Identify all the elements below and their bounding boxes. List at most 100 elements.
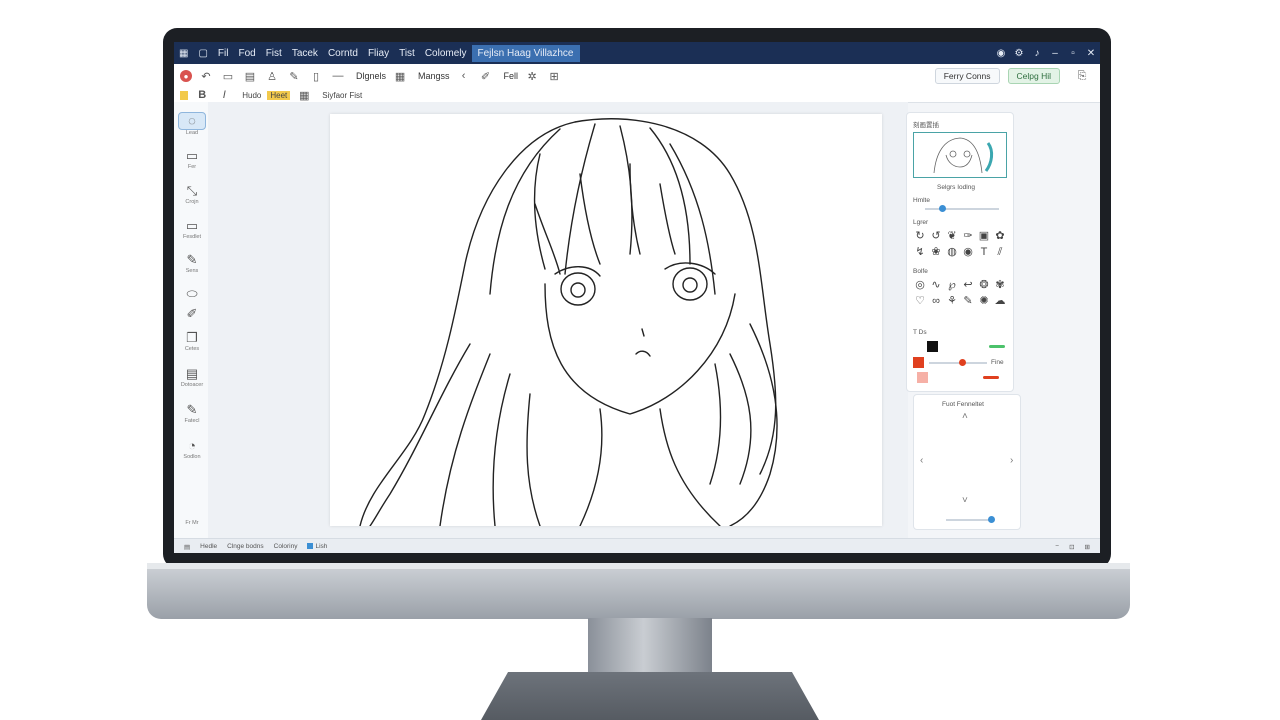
active-document-tab[interactable]: Fejlsn Haag Villazhce [471, 44, 580, 62]
brush-dot-icon[interactable]: ◉ [961, 245, 975, 259]
tool-shape[interactable]: ◔ Sodlon [178, 438, 206, 460]
toolbar-item[interactable]: Siyfaor Fist [322, 91, 362, 100]
share-button[interactable]: Celpg Hil [1007, 68, 1060, 84]
fit-icon[interactable]: ⊡ [1069, 543, 1074, 551]
texture-spiral-icon[interactable]: ◎ [913, 278, 927, 292]
document-icon[interactable]: ▯ [308, 68, 324, 84]
zoom-slider[interactable] [946, 516, 995, 523]
brush-globe-icon[interactable]: ◍ [945, 245, 959, 259]
slider-knob[interactable] [939, 205, 946, 212]
tool-crop[interactable]: ⤡ Crojn [178, 183, 206, 205]
texture-wave-icon[interactable]: ∿ [929, 278, 943, 292]
zoom-out-icon[interactable]: − [1055, 543, 1059, 550]
highlight-item[interactable]: Heet [267, 90, 291, 100]
toolbar-item[interactable]: Mangss [418, 71, 450, 81]
brush-block-icon[interactable]: ▣ [977, 229, 991, 243]
texture-rose-icon[interactable]: ✾ [993, 278, 1007, 292]
canvas-workspace[interactable] [208, 102, 908, 538]
menu-item[interactable]: Corntd [323, 48, 363, 59]
brush-curl-icon[interactable]: ↺ [929, 229, 943, 243]
toolbar-item[interactable]: Hudo [242, 91, 261, 100]
tool-pencil[interactable]: ✐ [178, 306, 206, 322]
hue-slider[interactable] [929, 359, 987, 366]
line-tool-icon[interactable]: — [330, 68, 346, 84]
person-icon[interactable]: ♙ [264, 68, 280, 84]
tool-brush[interactable]: ✎ Fatecl [178, 402, 206, 424]
preview-thumbnail[interactable] [913, 132, 1007, 178]
brush-flower-icon[interactable]: ❀ [929, 245, 943, 259]
fullscreen-icon[interactable]: ⊞ [1085, 543, 1090, 551]
texture-splash-icon[interactable]: ✺ [977, 294, 991, 308]
slider-knob[interactable] [988, 516, 995, 523]
texture-shell-icon[interactable]: ❂ [977, 278, 991, 292]
tool-speech[interactable]: ▭ Fesdlet [178, 218, 206, 240]
settings-icon[interactable]: ⚙ [1010, 48, 1028, 59]
pen-icon[interactable]: ✎ [286, 68, 302, 84]
export-icon[interactable]: ⎘ [1074, 68, 1090, 84]
close-icon[interactable]: ✕ [1082, 48, 1100, 59]
window-icon[interactable]: ▢ [193, 48, 212, 59]
bold-icon[interactable]: B [194, 87, 210, 103]
settings-icon[interactable]: ✲ [524, 68, 540, 84]
add-icon[interactable]: ⊞ [546, 68, 562, 84]
maximize-icon[interactable]: ▫ [1064, 48, 1082, 59]
status-item[interactable]: Hedle [200, 543, 217, 550]
tool-select[interactable]: ◌ Lead [178, 112, 206, 136]
toolbar-item[interactable]: Dlgnels [356, 71, 386, 81]
color-indicator[interactable] [180, 90, 189, 100]
slider-knob[interactable] [959, 359, 966, 366]
undo-icon[interactable]: ↶ [198, 68, 214, 84]
size-slider[interactable] [925, 205, 999, 212]
texture-stroke-icon[interactable]: ✎ [961, 294, 975, 308]
app-logo-icon[interactable]: ▦ [174, 48, 193, 59]
toolbar-item[interactable]: Fell [504, 71, 519, 81]
menu-item[interactable]: Fod [233, 48, 260, 59]
color-swatch-black[interactable] [927, 341, 938, 352]
texture-ribbon-icon[interactable]: ∞ [929, 294, 943, 308]
brush-swirl-icon[interactable]: ↻ [913, 229, 927, 243]
new-file-icon[interactable]: ▭ [220, 68, 236, 84]
menu-item[interactable]: Tacek [287, 48, 323, 59]
chevron-up-icon[interactable]: ˄ [962, 411, 968, 422]
tool-pen[interactable]: ✎ Sens [178, 252, 206, 274]
preview-button[interactable]: Ferry Conns [934, 68, 1000, 84]
color-swatch-red[interactable] [913, 357, 924, 368]
color-swatch-pink[interactable] [917, 372, 928, 383]
tool-layers[interactable]: ❐ Cetes [178, 330, 206, 352]
artboard[interactable] [330, 114, 882, 526]
menu-item[interactable]: Tist [394, 48, 420, 59]
layers-icon[interactable]: ▤ [242, 68, 258, 84]
brush-fan-icon[interactable]: ↯ [913, 245, 927, 259]
tool-document[interactable]: ▤ Dotoacer [178, 366, 206, 388]
grid-icon[interactable]: ▦ [296, 87, 312, 103]
brush-feather-icon[interactable]: ✑ [961, 229, 975, 243]
brush-leaf-icon[interactable]: ❦ [945, 229, 959, 243]
fill-icon[interactable]: ✐ [478, 68, 494, 84]
chevron-right-icon[interactable]: › [1010, 455, 1013, 466]
brush-star-icon[interactable]: ✿ [993, 229, 1007, 243]
italic-icon[interactable]: I [216, 87, 232, 103]
menu-item[interactable]: Fliay [363, 48, 394, 59]
texture-hook-icon[interactable]: ↩ [961, 278, 975, 292]
user-icon[interactable]: ◉ [992, 48, 1010, 59]
menu-item[interactable]: Fil [213, 48, 234, 59]
chevron-down-icon[interactable]: ˅ [962, 495, 968, 506]
status-item[interactable]: Coloriny [274, 543, 298, 550]
menu-item[interactable]: Colomely [420, 48, 472, 59]
texture-heart-icon[interactable]: ♡ [913, 294, 927, 308]
chevron-left-icon[interactable]: ‹ [456, 68, 472, 84]
tool-eraser[interactable]: ⬭ [178, 286, 206, 302]
status-item[interactable]: Clnge bodns [227, 543, 264, 550]
brush-hatch-icon[interactable]: ⫽ [993, 245, 1007, 259]
texture-curl-icon[interactable]: ℘ [945, 278, 959, 292]
texture-knot-icon[interactable]: ⚘ [945, 294, 959, 308]
texture-cloud-icon[interactable]: ☁ [993, 294, 1007, 308]
record-icon[interactable]: ● [180, 70, 192, 82]
status-item-active[interactable]: Lish [307, 543, 327, 550]
minimize-icon[interactable]: – [1046, 48, 1064, 59]
grid-icon[interactable]: ▦ [392, 68, 408, 84]
notification-icon[interactable]: ♪ [1028, 48, 1046, 59]
tool-frame[interactable]: ▭ Fer [178, 148, 206, 170]
menu-item[interactable]: Fist [261, 48, 287, 59]
chevron-left-icon[interactable]: ‹ [920, 455, 923, 466]
